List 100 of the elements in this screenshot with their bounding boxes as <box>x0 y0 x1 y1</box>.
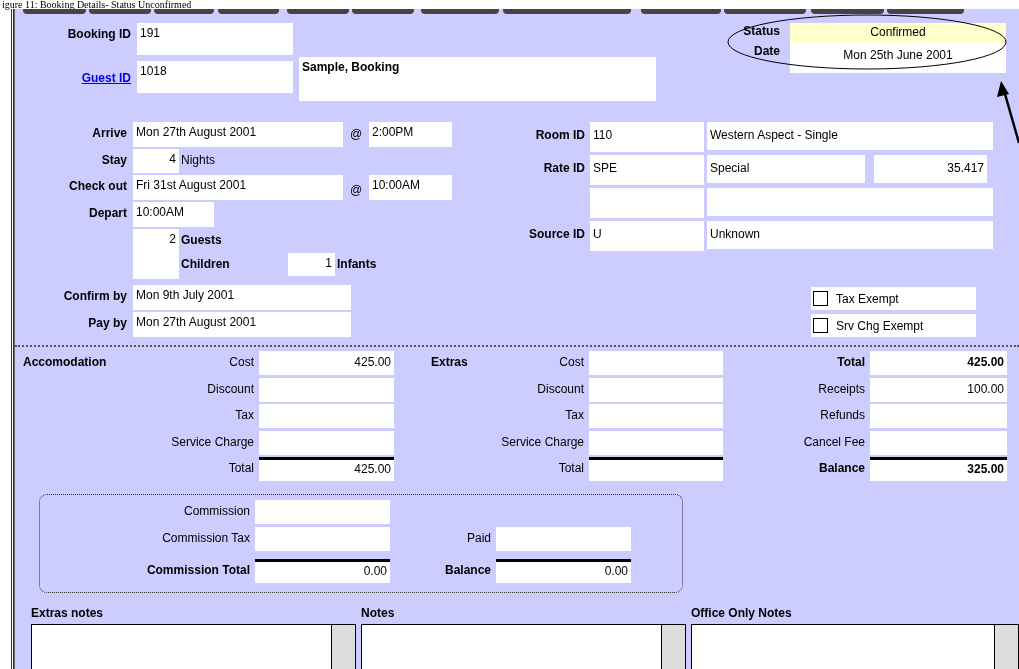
notes-label: Office Only Notes <box>691 604 793 620</box>
field-label: Service Charge <box>500 433 585 449</box>
amount-field[interactable] <box>496 526 631 551</box>
time-field[interactable]: 10:00AM <box>369 175 452 200</box>
field-label: Total <box>557 460 585 475</box>
field-label: Receipts <box>817 380 866 396</box>
description-field[interactable]: Special <box>707 155 865 183</box>
field-label: Depart <box>88 205 127 220</box>
amount-field[interactable] <box>870 430 1007 455</box>
time-field[interactable]: 10:00AM <box>133 202 214 227</box>
guest-id-field[interactable]: 1018 <box>137 61 293 93</box>
tab[interactable] <box>421 9 499 14</box>
date-field[interactable]: Fri 31st August 2001 <box>133 175 343 200</box>
description-field[interactable]: Western Aspect - Single <box>707 122 993 150</box>
amount-field[interactable] <box>259 377 394 402</box>
amount-field[interactable] <box>589 377 723 402</box>
field-label: Rate ID <box>542 160 585 177</box>
field-label: Check out <box>68 178 127 193</box>
field-label: Pay by <box>87 315 127 330</box>
at-sign: @ <box>348 126 364 141</box>
amount-field[interactable]: 100.00 <box>870 377 1007 402</box>
field-label: Arrive <box>91 125 127 140</box>
field-label: Status <box>743 23 780 40</box>
field-label: Discount <box>536 380 585 396</box>
field-label: Discount <box>206 380 255 396</box>
amount-field[interactable] <box>255 526 390 551</box>
code-field[interactable]: U <box>590 221 704 251</box>
field-label: Cancel Fee <box>802 433 866 449</box>
field-label: Balance <box>443 561 492 577</box>
amount-field[interactable]: 425.00 <box>259 457 394 481</box>
tab[interactable] <box>89 9 151 14</box>
field-label: Tax <box>234 407 255 422</box>
code-field[interactable]: SPE <box>590 155 704 185</box>
notes-text-area[interactable] <box>691 623 1019 669</box>
amount-field[interactable]: 0.00 <box>496 558 631 583</box>
amount-field[interactable] <box>259 404 394 428</box>
date-field[interactable]: Mon 9th July 2001 <box>133 285 351 310</box>
field-label: Confirm by <box>62 288 127 303</box>
amount-field[interactable] <box>255 499 390 524</box>
tab[interactable] <box>218 9 279 14</box>
annotation-arrow <box>997 81 1019 144</box>
tab[interactable] <box>154 9 214 14</box>
tab[interactable] <box>641 9 721 14</box>
date-field[interactable]: Mon 25th June 2001 <box>790 43 1006 73</box>
field-label: Room ID <box>534 127 585 144</box>
amount-field[interactable] <box>589 351 723 375</box>
notes-label: Notes <box>361 604 396 620</box>
figure-caption: igure 11: Booking Details- Status Unconfirmed <box>1 0 193 9</box>
tab[interactable] <box>887 9 964 14</box>
tab[interactable] <box>352 9 414 14</box>
nights-field[interactable]: 4 <box>133 149 179 173</box>
description-field[interactable]: Unknown <box>707 221 993 249</box>
field-label: Commission <box>183 502 251 518</box>
notes-text-area[interactable] <box>31 623 356 669</box>
amount-field[interactable]: 0.00 <box>255 558 390 583</box>
field-label: Commission Total <box>145 561 251 577</box>
unit-label: Infants <box>336 256 377 271</box>
description-field[interactable] <box>707 188 993 216</box>
field-label: Total <box>836 354 866 369</box>
unit-label: Nights <box>180 152 215 167</box>
notes-text-area[interactable] <box>361 623 686 669</box>
tab[interactable] <box>503 9 631 14</box>
field-label: Booking ID <box>66 26 131 43</box>
code-field[interactable]: 110 <box>590 122 704 152</box>
checkbox[interactable]: Srv Chg Exempt <box>811 314 976 337</box>
field-label: Balance <box>817 460 866 475</box>
field-label: Total <box>227 460 255 475</box>
date-field[interactable]: Mon 27th August 2001 <box>133 122 343 147</box>
tab[interactable] <box>23 9 86 14</box>
rate-amount-field[interactable]: 35.417 <box>874 155 987 183</box>
guest-id-link[interactable]: Guest ID <box>15 61 131 93</box>
children-field[interactable]: 1 <box>288 253 335 276</box>
guests-field[interactable]: 2 <box>133 229 179 279</box>
amount-field[interactable] <box>870 404 1007 428</box>
section-title: Accomodation <box>23 354 108 369</box>
checkbox[interactable]: Tax Exempt <box>811 287 976 310</box>
tab[interactable] <box>811 9 884 14</box>
amount-field[interactable] <box>259 430 394 455</box>
amount-field[interactable] <box>589 430 723 455</box>
unit-label: Guests <box>180 232 223 247</box>
field-label: Tax <box>564 407 585 422</box>
time-field[interactable]: 2:00PM <box>369 122 452 147</box>
booking-id-field[interactable]: 191 <box>137 23 293 55</box>
tab[interactable] <box>287 9 349 14</box>
amount-field[interactable]: 425.00 <box>259 351 394 375</box>
guest-name-field[interactable]: Sample, Booking <box>299 57 656 101</box>
amount-field[interactable]: 325.00 <box>870 457 1007 481</box>
amount-field[interactable] <box>589 457 723 481</box>
field-label: Cost <box>228 354 255 369</box>
field-label: Source ID <box>528 226 585 243</box>
field-label: Cost <box>558 354 585 369</box>
amount-field[interactable] <box>589 404 723 428</box>
notes-label: Extras notes <box>31 604 105 620</box>
status-field[interactable]: Confirmed <box>790 23 1006 43</box>
amount-field[interactable]: 425.00 <box>870 351 1007 375</box>
tab[interactable] <box>724 9 806 14</box>
code-field[interactable] <box>590 188 704 218</box>
date-field[interactable]: Mon 27th August 2001 <box>133 312 351 337</box>
field-label: Commission Tax <box>161 529 251 545</box>
field-label: Service Charge <box>170 433 255 449</box>
